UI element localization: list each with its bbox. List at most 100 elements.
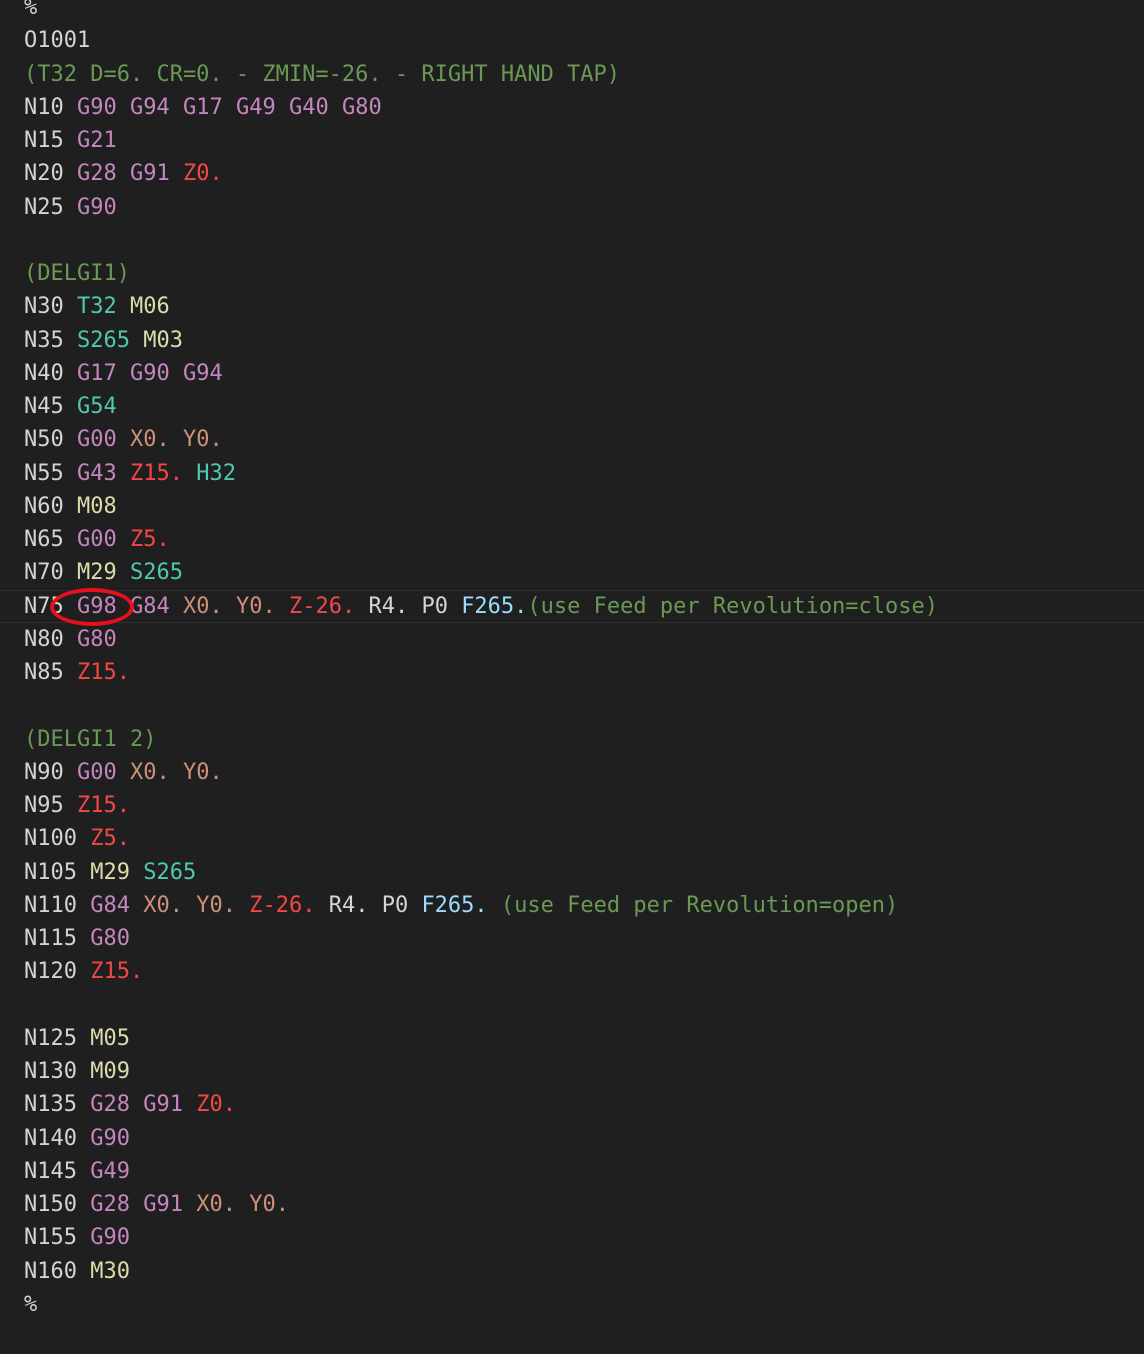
code-token: N10 (24, 94, 77, 120)
code-line[interactable]: N30 T32 M06 (24, 290, 1144, 323)
code-token: (T32 D=6. CR=0. - ZMIN=-26. - RIGHT HAND… (24, 61, 621, 87)
code-token: N150 (24, 1192, 91, 1217)
empty-line[interactable] (24, 989, 1144, 1022)
code-token: G90 (76, 94, 117, 120)
code-line[interactable]: N50 G00 X0. Y0. (24, 423, 1144, 456)
code-line[interactable]: N120 Z15. (24, 955, 1144, 988)
code-line[interactable]: N145 G49 (24, 1155, 1144, 1188)
code-token: N160 (24, 1258, 91, 1284)
code-token: T32 (76, 294, 117, 320)
code-token: G91 (143, 1192, 183, 1217)
code-line[interactable]: N45 G54 (24, 390, 1144, 423)
code-line[interactable]: N155 G90 (24, 1221, 1144, 1254)
code-token: Z-26. (249, 892, 316, 918)
code-line[interactable]: N40 G17 G90 G94 (24, 357, 1144, 390)
code-token: N135 (24, 1092, 91, 1118)
code-token: G90 (129, 360, 170, 386)
code-line[interactable]: (T32 D=6. CR=0. - ZMIN=-26. - RIGHT HAND… (24, 58, 1144, 91)
code-token: G90 (90, 1225, 130, 1251)
code-line[interactable]: N95 Z15. (24, 789, 1144, 822)
code-line[interactable]: N80 G80 (24, 623, 1144, 656)
code-token: O1001 (24, 28, 91, 54)
code-token: G80 (76, 626, 117, 652)
code-line[interactable]: N10 G90 G94 G17 G49 G40 G80 (24, 91, 1144, 124)
code-token: G91 (129, 161, 170, 187)
code-line[interactable]: N35 S265 M03 (24, 324, 1144, 357)
code-line[interactable]: N20 G28 G91 Z0. (24, 157, 1144, 190)
code-line[interactable]: (DELGI1) (24, 257, 1144, 290)
code-line[interactable]: % (24, 0, 1144, 24)
code-token: N20 (24, 161, 77, 187)
code-line[interactable]: N115 G80 (24, 922, 1144, 955)
code-token: N25 (24, 194, 77, 220)
code-line[interactable]: N60 M08 (24, 490, 1144, 523)
code-line[interactable]: N25 G90 (24, 191, 1144, 224)
code-line[interactable]: (DELGI1 2) (24, 723, 1144, 756)
code-token: G00 (76, 527, 117, 552)
code-line[interactable]: O1001 (24, 24, 1144, 57)
code-token: % (24, 1291, 38, 1317)
code-line[interactable]: N125 M05 (24, 1022, 1144, 1055)
code-token: N40 (24, 360, 77, 386)
code-token: M30 (90, 1258, 130, 1284)
code-token: M08 (76, 493, 117, 519)
code-line[interactable]: N130 M09 (24, 1055, 1144, 1088)
code-token: G94 (129, 94, 170, 120)
code-token: Z5. (90, 826, 130, 852)
code-line[interactable]: % (24, 1288, 1144, 1321)
code-line[interactable]: N90 G00 X0. Y0. (24, 756, 1144, 789)
code-lines[interactable]: % O1001 (T32 D=6. CR=0. - ZMIN=-26. - RIGH… (0, 0, 1144, 1321)
code-line[interactable]: N75 G98 G84 X0. Y0. Z-26. R4. P0 F265.(u… (0, 589, 1144, 624)
code-token: (DELGI1) (24, 261, 130, 286)
code-token: Z15. (76, 793, 130, 818)
code-token: X0. (182, 593, 223, 619)
code-token: G17 (76, 360, 117, 386)
code-token: Z15. (76, 660, 130, 685)
code-token: G54 (76, 394, 117, 419)
code-token: R4. P0 (355, 593, 462, 619)
code-line[interactable]: N15 G21 (24, 124, 1144, 157)
code-token: G49 (235, 94, 276, 120)
code-line[interactable]: N110 G84 X0. Y0. Z-26. R4. P0 F265. (use… (24, 889, 1144, 922)
code-token: G28 (90, 1092, 130, 1118)
code-token: N130 (24, 1059, 91, 1084)
code-line[interactable]: N100 Z5. (24, 822, 1144, 855)
code-token: N75 (24, 593, 77, 619)
code-line[interactable]: N105 M29 S265 (24, 856, 1144, 889)
empty-line[interactable] (24, 224, 1144, 257)
code-line[interactable]: N160 M30 (24, 1255, 1144, 1288)
code-token: X0. (129, 427, 170, 453)
code-token: % (24, 0, 38, 20)
code-token: G84 (90, 892, 130, 918)
code-line[interactable]: N140 G90 (24, 1122, 1144, 1155)
code-token: Z0. (182, 161, 223, 187)
code-line[interactable]: N85 Z15. (24, 656, 1144, 689)
code-token: G94 (182, 360, 223, 386)
code-line[interactable]: N55 G43 Z15. H32 (24, 457, 1144, 490)
code-token: N15 (24, 128, 77, 153)
empty-line[interactable] (24, 689, 1144, 722)
code-line[interactable]: N150 G28 G91 X0. Y0. (24, 1188, 1144, 1221)
code-token: N30 (24, 294, 77, 320)
code-line[interactable]: N135 G28 G91 Z0. (24, 1088, 1144, 1121)
code-token: N35 (24, 327, 77, 353)
code-editor[interactable]: % O1001 (T32 D=6. CR=0. - ZMIN=-26. - RIGH… (0, 0, 1144, 1354)
code-token: G84 (129, 593, 170, 619)
code-line[interactable]: N65 G00 Z5. (24, 523, 1144, 556)
code-token: G40 (288, 94, 329, 120)
code-line[interactable]: N70 M29 S265 (24, 556, 1144, 589)
